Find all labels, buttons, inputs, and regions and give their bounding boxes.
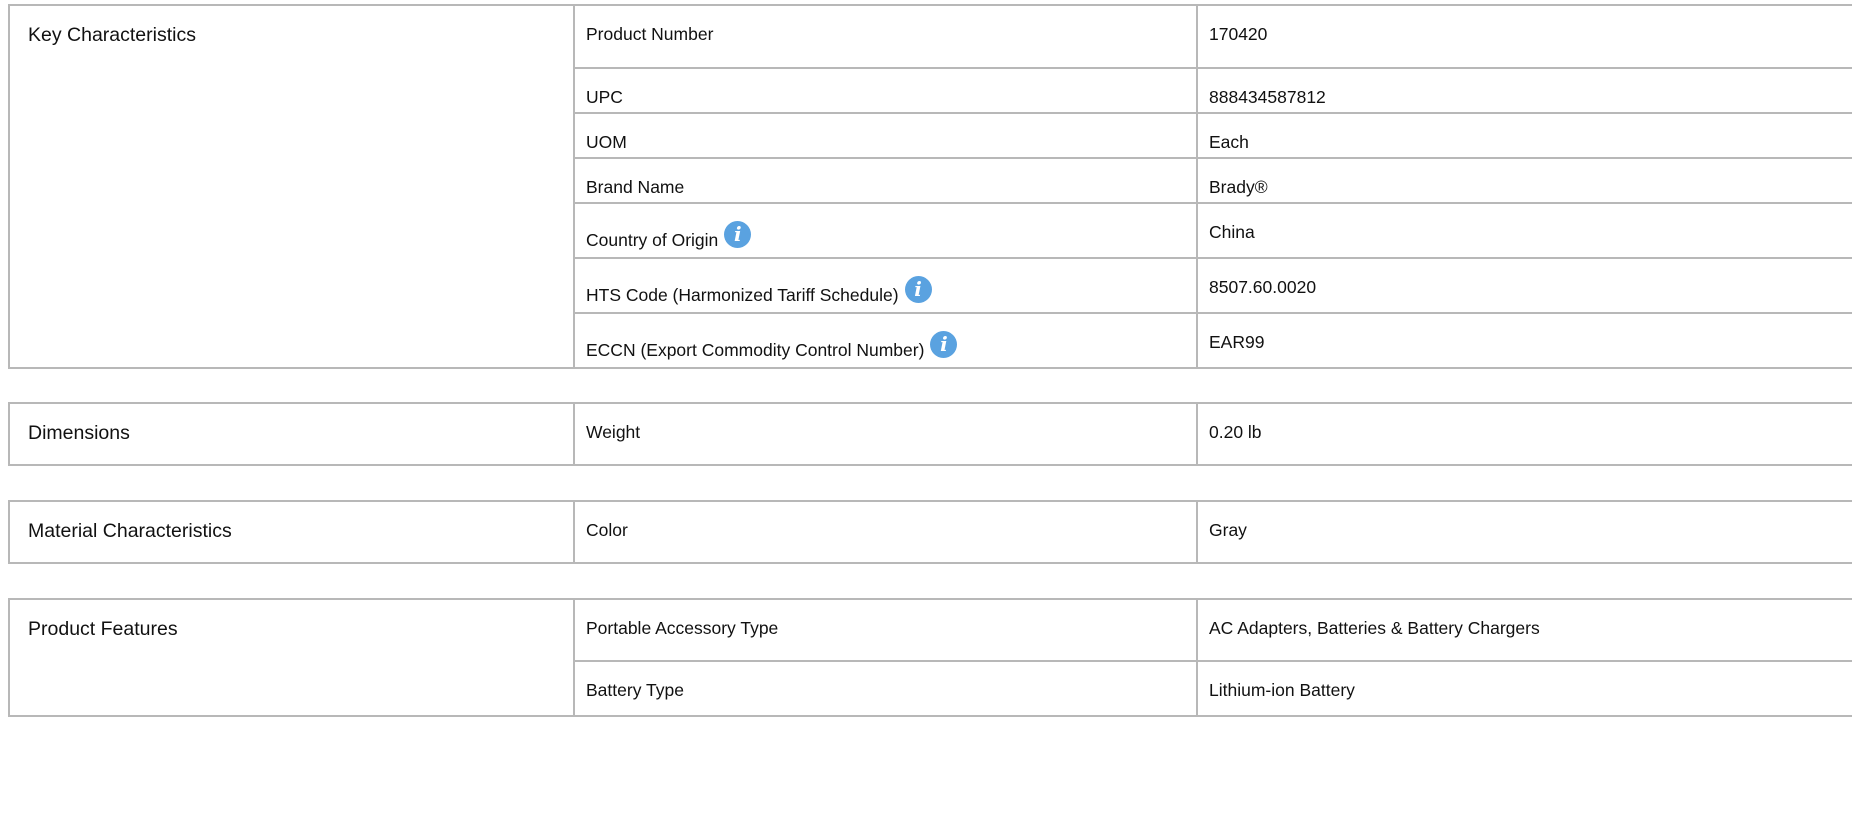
spec-label: Brand Name (573, 157, 1198, 204)
spec-label-cell: HTS Code (Harmonized Tariff Schedule) i (573, 257, 1198, 314)
spec-value: EAR99 (1196, 312, 1852, 369)
spec-label: Battery Type (573, 660, 1198, 717)
spec-label-cell: ECCN (Export Commodity Control Number) i (573, 312, 1198, 369)
spec-label-cell: Country of Origin i (573, 202, 1198, 259)
spec-value: 8507.60.0020 (1196, 257, 1852, 314)
spec-value: AC Adapters, Batteries & Battery Charger… (1196, 598, 1852, 662)
spec-label: HTS Code (Harmonized Tariff Schedule) (586, 285, 899, 305)
spec-label: Portable Accessory Type (573, 598, 1198, 662)
section-title-dimensions: Dimensions (8, 402, 575, 466)
info-icon[interactable]: i (904, 276, 932, 303)
spec-value: 170420 (1196, 4, 1852, 69)
section-title-key-characteristics: Key Characteristics (8, 4, 575, 369)
section-title-material-characteristics: Material Characteristics (8, 500, 575, 564)
material-characteristics-table: Material Characteristics Color Gray (8, 500, 1852, 564)
spec-label: UOM (573, 112, 1198, 159)
spec-value: 0.20 lb (1196, 402, 1852, 466)
dimensions-table: Dimensions Weight 0.20 lb (8, 402, 1852, 466)
info-icon[interactable]: i (724, 221, 752, 248)
spec-label: Weight (573, 402, 1198, 466)
spec-value: Each (1196, 112, 1852, 159)
spec-value: Lithium-ion Battery (1196, 660, 1852, 717)
spec-label: UPC (573, 67, 1198, 114)
product-features-table: Product Features Portable Accessory Type… (8, 598, 1852, 717)
spec-value: 888434587812 (1196, 67, 1852, 114)
spec-value: China (1196, 202, 1852, 259)
spec-label: ECCN (Export Commodity Control Number) (586, 340, 925, 360)
spec-value: Gray (1196, 500, 1852, 564)
spec-label: Product Number (573, 4, 1198, 69)
spec-label: Country of Origin (586, 230, 719, 250)
key-characteristics-table: Key Characteristics Product Number 17042… (8, 4, 1852, 369)
section-title-product-features: Product Features (8, 598, 575, 717)
info-icon[interactable]: i (930, 331, 958, 358)
spec-label: Color (573, 500, 1198, 564)
spec-value: Brady® (1196, 157, 1852, 204)
